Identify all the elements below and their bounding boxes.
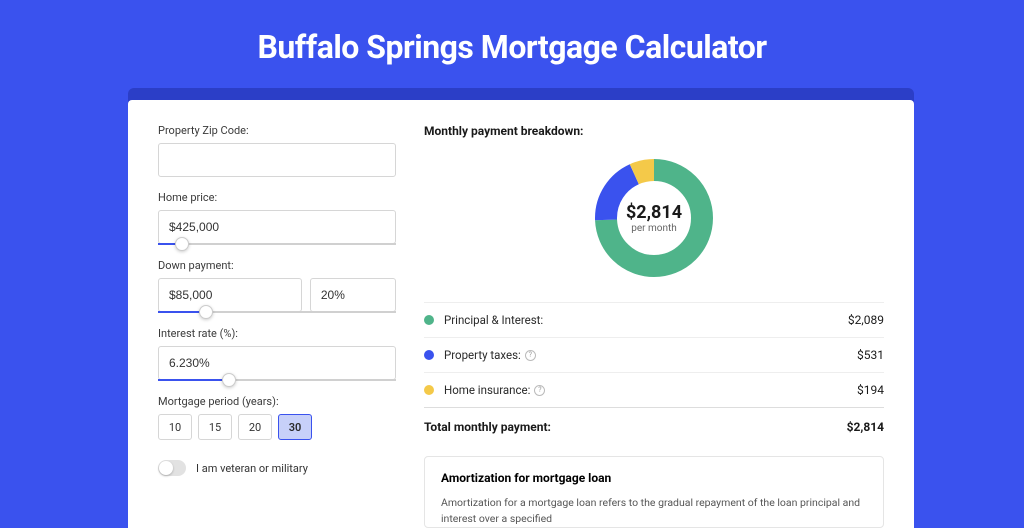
down-payment-pct-input[interactable]: [310, 278, 396, 312]
breakdown-column: Monthly payment breakdown: $2,814 per mo…: [424, 124, 884, 528]
period-row: 10 15 20 30: [158, 414, 396, 440]
interest-field: Interest rate (%):: [158, 327, 396, 381]
veteran-toggle[interactable]: [158, 460, 186, 476]
payment-donut-chart: $2,814 per month: [592, 156, 716, 280]
down-payment-input[interactable]: [158, 278, 302, 312]
down-payment-slider[interactable]: [158, 311, 396, 313]
down-payment-label: Down payment:: [158, 259, 396, 272]
page-title: Buffalo Springs Mortgage Calculator: [0, 0, 1024, 88]
value-principal: $2,089: [848, 313, 884, 327]
calculator-panel: Property Zip Code: Home price: Down paym…: [128, 100, 914, 528]
interest-label: Interest rate (%):: [158, 327, 396, 340]
form-column: Property Zip Code: Home price: Down paym…: [158, 124, 396, 528]
zip-label: Property Zip Code:: [158, 124, 396, 137]
home-price-input[interactable]: [158, 210, 396, 244]
total-label: Total monthly payment:: [424, 420, 847, 434]
period-btn-30[interactable]: 30: [278, 414, 312, 440]
row-taxes: Property taxes: ? $531: [424, 337, 884, 372]
home-price-field: Home price:: [158, 191, 396, 245]
dot-insurance: [424, 385, 434, 395]
period-field: Mortgage period (years): 10 15 20 30: [158, 395, 396, 440]
label-principal: Principal & Interest:: [444, 313, 848, 327]
home-price-slider[interactable]: [158, 243, 396, 245]
row-principal: Principal & Interest: $2,089: [424, 302, 884, 337]
donut-sub: per month: [631, 223, 677, 234]
info-icon[interactable]: ?: [525, 350, 536, 361]
period-btn-10[interactable]: 10: [158, 414, 192, 440]
zip-input[interactable]: [158, 143, 396, 177]
amortization-text: Amortization for a mortgage loan refers …: [441, 495, 867, 527]
interest-slider[interactable]: [158, 379, 396, 381]
row-insurance: Home insurance: ? $194: [424, 372, 884, 407]
label-insurance-text: Home insurance:: [444, 383, 530, 397]
period-label: Mortgage period (years):: [158, 395, 396, 408]
value-insurance: $194: [857, 383, 884, 397]
donut-amount: $2,814: [626, 202, 682, 223]
donut-wrap: $2,814 per month: [424, 156, 884, 280]
total-value: $2,814: [847, 420, 884, 434]
breakdown-title: Monthly payment breakdown:: [424, 124, 884, 138]
row-total: Total monthly payment: $2,814: [424, 407, 884, 446]
dot-principal: [424, 315, 434, 325]
amortization-title: Amortization for mortgage loan: [441, 471, 867, 485]
veteran-label: I am veteran or military: [196, 462, 308, 475]
label-taxes-text: Property taxes:: [444, 348, 521, 362]
slider-thumb[interactable]: [199, 305, 213, 319]
value-taxes: $531: [857, 348, 884, 362]
home-price-label: Home price:: [158, 191, 396, 204]
label-taxes: Property taxes: ?: [444, 348, 857, 362]
label-insurance: Home insurance: ?: [444, 383, 857, 397]
panel-shadow: Property Zip Code: Home price: Down paym…: [128, 88, 914, 528]
slider-thumb[interactable]: [175, 237, 189, 251]
amortization-box: Amortization for mortgage loan Amortizat…: [424, 456, 884, 528]
period-btn-20[interactable]: 20: [238, 414, 272, 440]
veteran-row: I am veteran or military: [158, 460, 396, 476]
zip-field: Property Zip Code:: [158, 124, 396, 177]
toggle-knob: [159, 461, 173, 475]
period-btn-15[interactable]: 15: [198, 414, 232, 440]
donut-center: $2,814 per month: [592, 156, 716, 280]
interest-input[interactable]: [158, 346, 396, 380]
down-payment-field: Down payment:: [158, 259, 396, 313]
info-icon[interactable]: ?: [534, 385, 545, 396]
dot-taxes: [424, 350, 434, 360]
slider-thumb[interactable]: [222, 373, 236, 387]
